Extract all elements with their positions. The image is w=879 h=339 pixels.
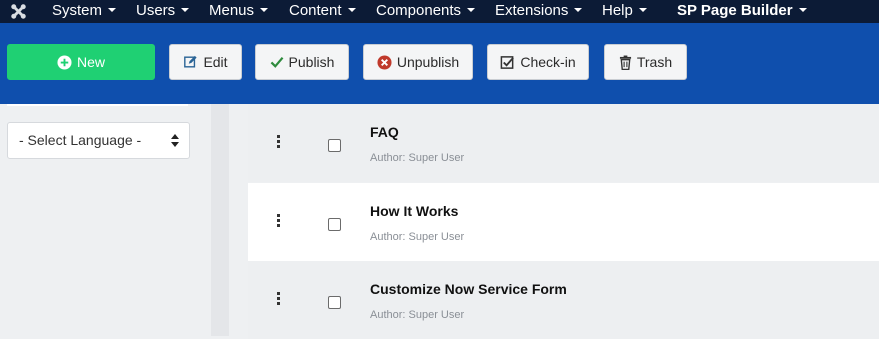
row-checkbox[interactable]	[328, 296, 341, 309]
menu-label: Components	[376, 2, 462, 19]
trash-icon	[619, 55, 631, 70]
admin-menubar: System Users Menus Content Components Ex…	[0, 0, 879, 23]
times-circle-icon	[377, 54, 392, 70]
checkin-button-label: Check-in	[520, 54, 576, 70]
row-checkbox[interactable]	[328, 218, 341, 231]
caret-down-icon	[638, 8, 647, 13]
menu-sp-page-builder[interactable]: SP Page Builder	[677, 0, 807, 23]
menu-extensions[interactable]: Extensions	[495, 0, 583, 23]
page-author: Author: Super User	[370, 309, 465, 321]
page-author: Author: Super User	[370, 152, 465, 164]
language-select-value: - Select Language -	[19, 132, 142, 148]
publish-button[interactable]: Publish	[255, 44, 349, 80]
menu-label: Content	[289, 2, 342, 19]
menu-components[interactable]: Components	[376, 0, 476, 23]
trash-button[interactable]: Trash	[604, 44, 687, 80]
table-row[interactable]: FAQ Author: Super User	[248, 104, 879, 182]
table-row[interactable]: How It Works Author: Super User	[248, 183, 879, 261]
sidebar-divider	[7, 104, 188, 106]
caret-down-icon	[347, 8, 356, 13]
page-title-link[interactable]: How It Works	[370, 203, 458, 219]
publish-button-label: Publish	[288, 54, 335, 70]
menu-label: System	[52, 2, 103, 19]
joomla-logo-icon[interactable]	[9, 2, 28, 21]
checkbox-check-icon	[501, 55, 515, 69]
drag-handle-icon[interactable]	[277, 214, 281, 227]
sort-arrows-icon	[171, 134, 179, 147]
new-button-label: New	[76, 54, 105, 70]
caret-down-icon	[181, 8, 190, 13]
new-button[interactable]: New	[7, 44, 155, 80]
menu-label: Menus	[209, 2, 255, 19]
row-checkbox[interactable]	[328, 139, 341, 152]
caret-down-icon	[467, 8, 476, 13]
menu-system[interactable]: System	[52, 0, 117, 23]
caret-down-icon	[574, 8, 583, 13]
language-select[interactable]: - Select Language -	[7, 122, 190, 159]
caret-down-icon	[798, 8, 807, 13]
drag-handle-icon[interactable]	[277, 135, 281, 148]
sidebar: - Select Language -	[0, 104, 211, 336]
table-row[interactable]: Customize Now Service Form Author: Super…	[248, 261, 879, 339]
checkmark-icon	[270, 56, 283, 68]
edit-button[interactable]: Edit	[169, 44, 242, 80]
menu-menus[interactable]: Menus	[209, 0, 269, 23]
unpublish-button-label: Unpublish	[396, 54, 460, 70]
menu-users[interactable]: Users	[136, 0, 190, 23]
checkin-button[interactable]: Check-in	[487, 44, 589, 80]
page-author: Author: Super User	[370, 231, 465, 243]
menu-label: SP Page Builder	[677, 2, 793, 19]
caret-down-icon	[108, 8, 117, 13]
sidebar-gutter	[211, 104, 229, 336]
pages-list: FAQ Author: Super User How It Works Auth…	[229, 104, 879, 339]
menu-label: Users	[136, 2, 176, 19]
trash-button-label: Trash	[636, 54, 673, 70]
plus-circle-icon	[57, 54, 72, 70]
edit-icon	[184, 55, 198, 68]
menu-help[interactable]: Help	[602, 0, 647, 23]
caret-down-icon	[260, 8, 269, 13]
menu-content[interactable]: Content	[289, 0, 356, 23]
action-toolbar: New Edit Publish Unpublish Check-in Tras…	[0, 23, 879, 104]
unpublish-button[interactable]: Unpublish	[363, 44, 473, 80]
page-title-link[interactable]: FAQ	[370, 124, 399, 140]
drag-handle-icon[interactable]	[277, 292, 281, 305]
edit-button-label: Edit	[203, 54, 228, 70]
menu-label: Extensions	[495, 2, 569, 19]
page-title-link[interactable]: Customize Now Service Form	[370, 281, 567, 297]
menu-label: Help	[602, 2, 633, 19]
